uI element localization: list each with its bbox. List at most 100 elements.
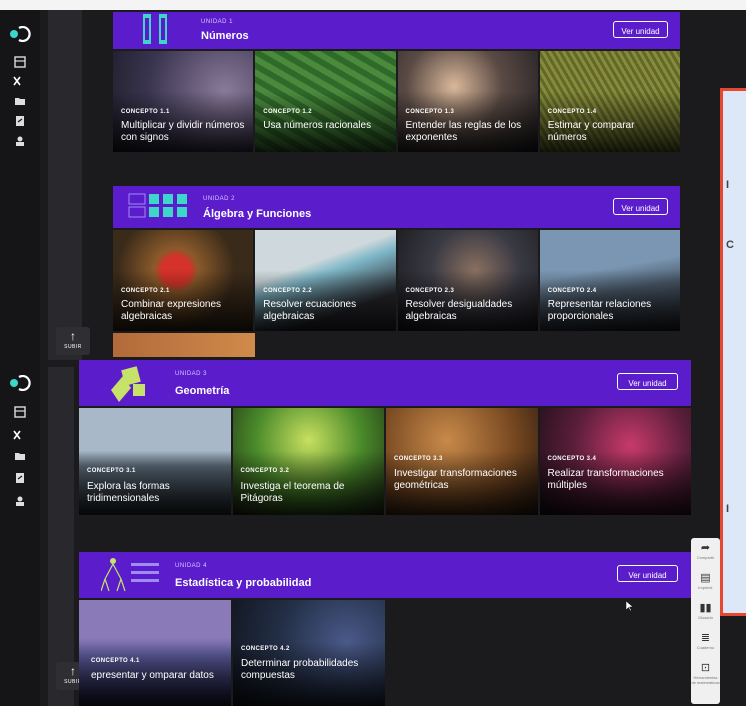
top-browser-strip	[0, 0, 746, 10]
concept-card-3-2[interactable]: CONCEPTO 3.2 Investiga el teorema de Pit…	[232, 408, 384, 515]
concept-card-3-1[interactable]: CONCEPTO 3.1 Explora las formas tridimen…	[79, 408, 231, 515]
concept-title: Estimar y comparar números	[547, 120, 635, 143]
print-button[interactable]: ▤ Imprimir	[691, 572, 720, 590]
concept-eyebrow: CONCEPTO 1.3	[405, 109, 455, 115]
tool-palette: ➦ Compartir ▤ Imprimir ▮▮ Glosario ≣ Cua…	[691, 538, 720, 704]
unit-header	[79, 360, 691, 406]
dashboard-icon[interactable]	[13, 405, 27, 419]
concept-row: CONCEPTO 1.1 Multiplicar y dividir númer…	[113, 51, 680, 152]
toolkit-icon: ⊡	[700, 662, 711, 674]
users-icon[interactable]	[13, 134, 27, 148]
left-nav-rail-lower	[0, 367, 40, 706]
concept-eyebrow: CONCEPTO 4.2	[241, 646, 290, 652]
partial-image-strip	[113, 333, 255, 357]
view-unit-button[interactable]: Ver unidad	[617, 565, 678, 582]
dashboard-icon[interactable]	[13, 55, 27, 69]
view-unit-button[interactable]: Ver unidad	[613, 198, 668, 215]
concept-row: CONCEPTO 3.1 Explora las formas tridimen…	[79, 408, 691, 515]
unit-eyebrow: UNIDAD 2	[203, 196, 236, 202]
concept-card-2-3[interactable]: CONCEPTO 2.3 Resolver desigualdades alge…	[397, 230, 538, 331]
concept-card-3-3[interactable]: CONCEPTO 3.3 Investigar transformaciones…	[386, 408, 538, 515]
unit-card-numeros: UNIDAD 1 Números Ver unidad CONCEPTO 1.1…	[113, 12, 680, 152]
unit-card-estadistica: UNIDAD 4 Estadística y probabilidad Ver …	[79, 552, 691, 706]
mouse-cursor-icon	[626, 601, 634, 611]
document-icon[interactable]	[13, 114, 27, 128]
concept-card-2-4[interactable]: CONCEPTO 2.4 Representar relaciones prop…	[539, 230, 680, 331]
app-logo-icon[interactable]	[9, 375, 31, 391]
panel-text-fragment: I	[726, 503, 730, 515]
concept-title: Explora las formas tridimensionales	[87, 481, 170, 504]
unit-title: Geometría	[175, 385, 230, 397]
curriculum-icon[interactable]	[4, 74, 30, 88]
concept-eyebrow: CONCEPTO 2.4	[547, 288, 597, 294]
concept-title: Usa números racionales	[263, 120, 372, 131]
concept-card-1-1[interactable]: CONCEPTO 1.1 Multiplicar y dividir númer…	[113, 51, 254, 152]
view-unit-button[interactable]: Ver unidad	[617, 373, 678, 390]
unit-header	[79, 552, 691, 598]
notebook-button[interactable]: ≣ Cuaderno	[691, 632, 720, 650]
unit-title: Números	[201, 30, 249, 42]
concept-title: Resolver ecuaciones algebraicas	[263, 299, 357, 322]
unit-1-badge-icon	[143, 14, 167, 44]
concept-title: Investigar transformaciones geométricas	[394, 468, 517, 491]
concept-card-1-4[interactable]: CONCEPTO 1.4 Estimar y comparar números	[539, 51, 680, 152]
concept-eyebrow: CONCEPTO 2.2	[263, 288, 312, 294]
math-tools-button[interactable]: ⊡ Herramientas de matemáticas	[691, 662, 720, 685]
concept-card-4-2[interactable]: CONCEPTO 4.2 Determinar probabilidades c…	[233, 600, 385, 706]
document-icon[interactable]	[13, 471, 27, 485]
side-info-panel: I C I	[720, 88, 746, 616]
concept-row: CONCEPTO 2.1 Combinar expresiones algebr…	[113, 230, 680, 331]
concept-card-4-1[interactable]: CONCEPTO 4.1 epresentar y omparar datos	[79, 600, 231, 706]
print-icon: ▤	[700, 572, 711, 584]
folder-icon[interactable]	[13, 449, 27, 463]
unit-eyebrow: UNIDAD 1	[201, 19, 234, 25]
concept-title: Investiga el teorema de Pitágoras	[240, 481, 345, 504]
secondary-rail-lower	[48, 367, 74, 706]
concept-eyebrow: CONCEPTO 3.3	[394, 456, 443, 462]
glossary-button[interactable]: ▮▮ Glosario	[691, 602, 720, 620]
left-nav-rail	[0, 10, 40, 367]
concept-card-1-2[interactable]: CONCEPTO 1.2 Usa números racionales	[255, 51, 396, 152]
curriculum-icon[interactable]	[4, 428, 30, 442]
concept-row: CONCEPTO 4.1 epresentar y omparar datos …	[79, 600, 385, 706]
concept-title: Realizar transformaciones múltiples	[547, 468, 664, 491]
users-icon[interactable]	[13, 494, 27, 508]
concept-eyebrow: CONCEPTO 1.4	[547, 109, 597, 115]
unit-header	[113, 186, 680, 228]
concept-title: Entender las reglas de los exponentes	[405, 120, 522, 143]
panel-text-fragment: I	[726, 179, 730, 191]
unit-2-badge-icon	[128, 193, 187, 218]
unit-card-geometria: UNIDAD 3 Geometría Ver unidad CONCEPTO 3…	[79, 360, 691, 515]
concept-eyebrow: CONCEPTO 3.4	[547, 456, 597, 462]
concept-eyebrow: CONCEPTO 4.1	[91, 658, 140, 664]
unit-card-algebra: UNIDAD 2 Álgebra y Funciones Ver unidad …	[113, 186, 680, 331]
concept-eyebrow: CONCEPTO 2.1	[121, 288, 170, 294]
concept-title: Representar relaciones proporcionales	[547, 299, 652, 322]
concept-eyebrow: CONCEPTO 1.2	[263, 109, 312, 115]
view-unit-button[interactable]: Ver unidad	[613, 21, 668, 38]
concept-title: Multiplicar y dividir números con signos	[121, 120, 245, 143]
unit-eyebrow: UNIDAD 3	[175, 371, 208, 377]
unit-eyebrow: UNIDAD 4	[175, 563, 208, 569]
concept-card-1-3[interactable]: CONCEPTO 1.3 Entender las reglas de los …	[397, 51, 538, 152]
unit-4-badge-icon	[101, 558, 159, 592]
secondary-rail	[48, 10, 82, 360]
concept-card-3-4[interactable]: CONCEPTO 3.4 Realizar transformaciones m…	[539, 408, 691, 515]
unit-3-badge-icon	[111, 366, 145, 402]
scroll-top-button-upper[interactable]: ↑ SUBIR	[56, 327, 90, 355]
concept-eyebrow: CONCEPTO 3.2	[240, 468, 290, 474]
concept-title: Resolver desigualdades algebraicas	[405, 299, 513, 322]
glossary-icon: ▮▮	[699, 602, 712, 614]
share-icon: ➦	[700, 542, 711, 554]
concept-eyebrow: CONCEPTO 1.1	[121, 109, 170, 115]
app-logo-icon[interactable]	[9, 26, 31, 42]
share-button[interactable]: ➦ Compartir	[691, 542, 720, 560]
unit-header	[113, 12, 680, 49]
concept-eyebrow: CONCEPTO 3.1	[87, 468, 136, 474]
concept-title: Determinar probabilidades compuestas	[241, 658, 359, 681]
concept-eyebrow: CONCEPTO 2.3	[405, 288, 455, 294]
concept-card-2-1[interactable]: CONCEPTO 2.1 Combinar expresiones algebr…	[113, 230, 254, 331]
concept-card-2-2[interactable]: CONCEPTO 2.2 Resolver ecuaciones algebra…	[255, 230, 396, 331]
concept-title: Combinar expresiones algebraicas	[121, 299, 222, 322]
folder-icon[interactable]	[13, 94, 27, 108]
